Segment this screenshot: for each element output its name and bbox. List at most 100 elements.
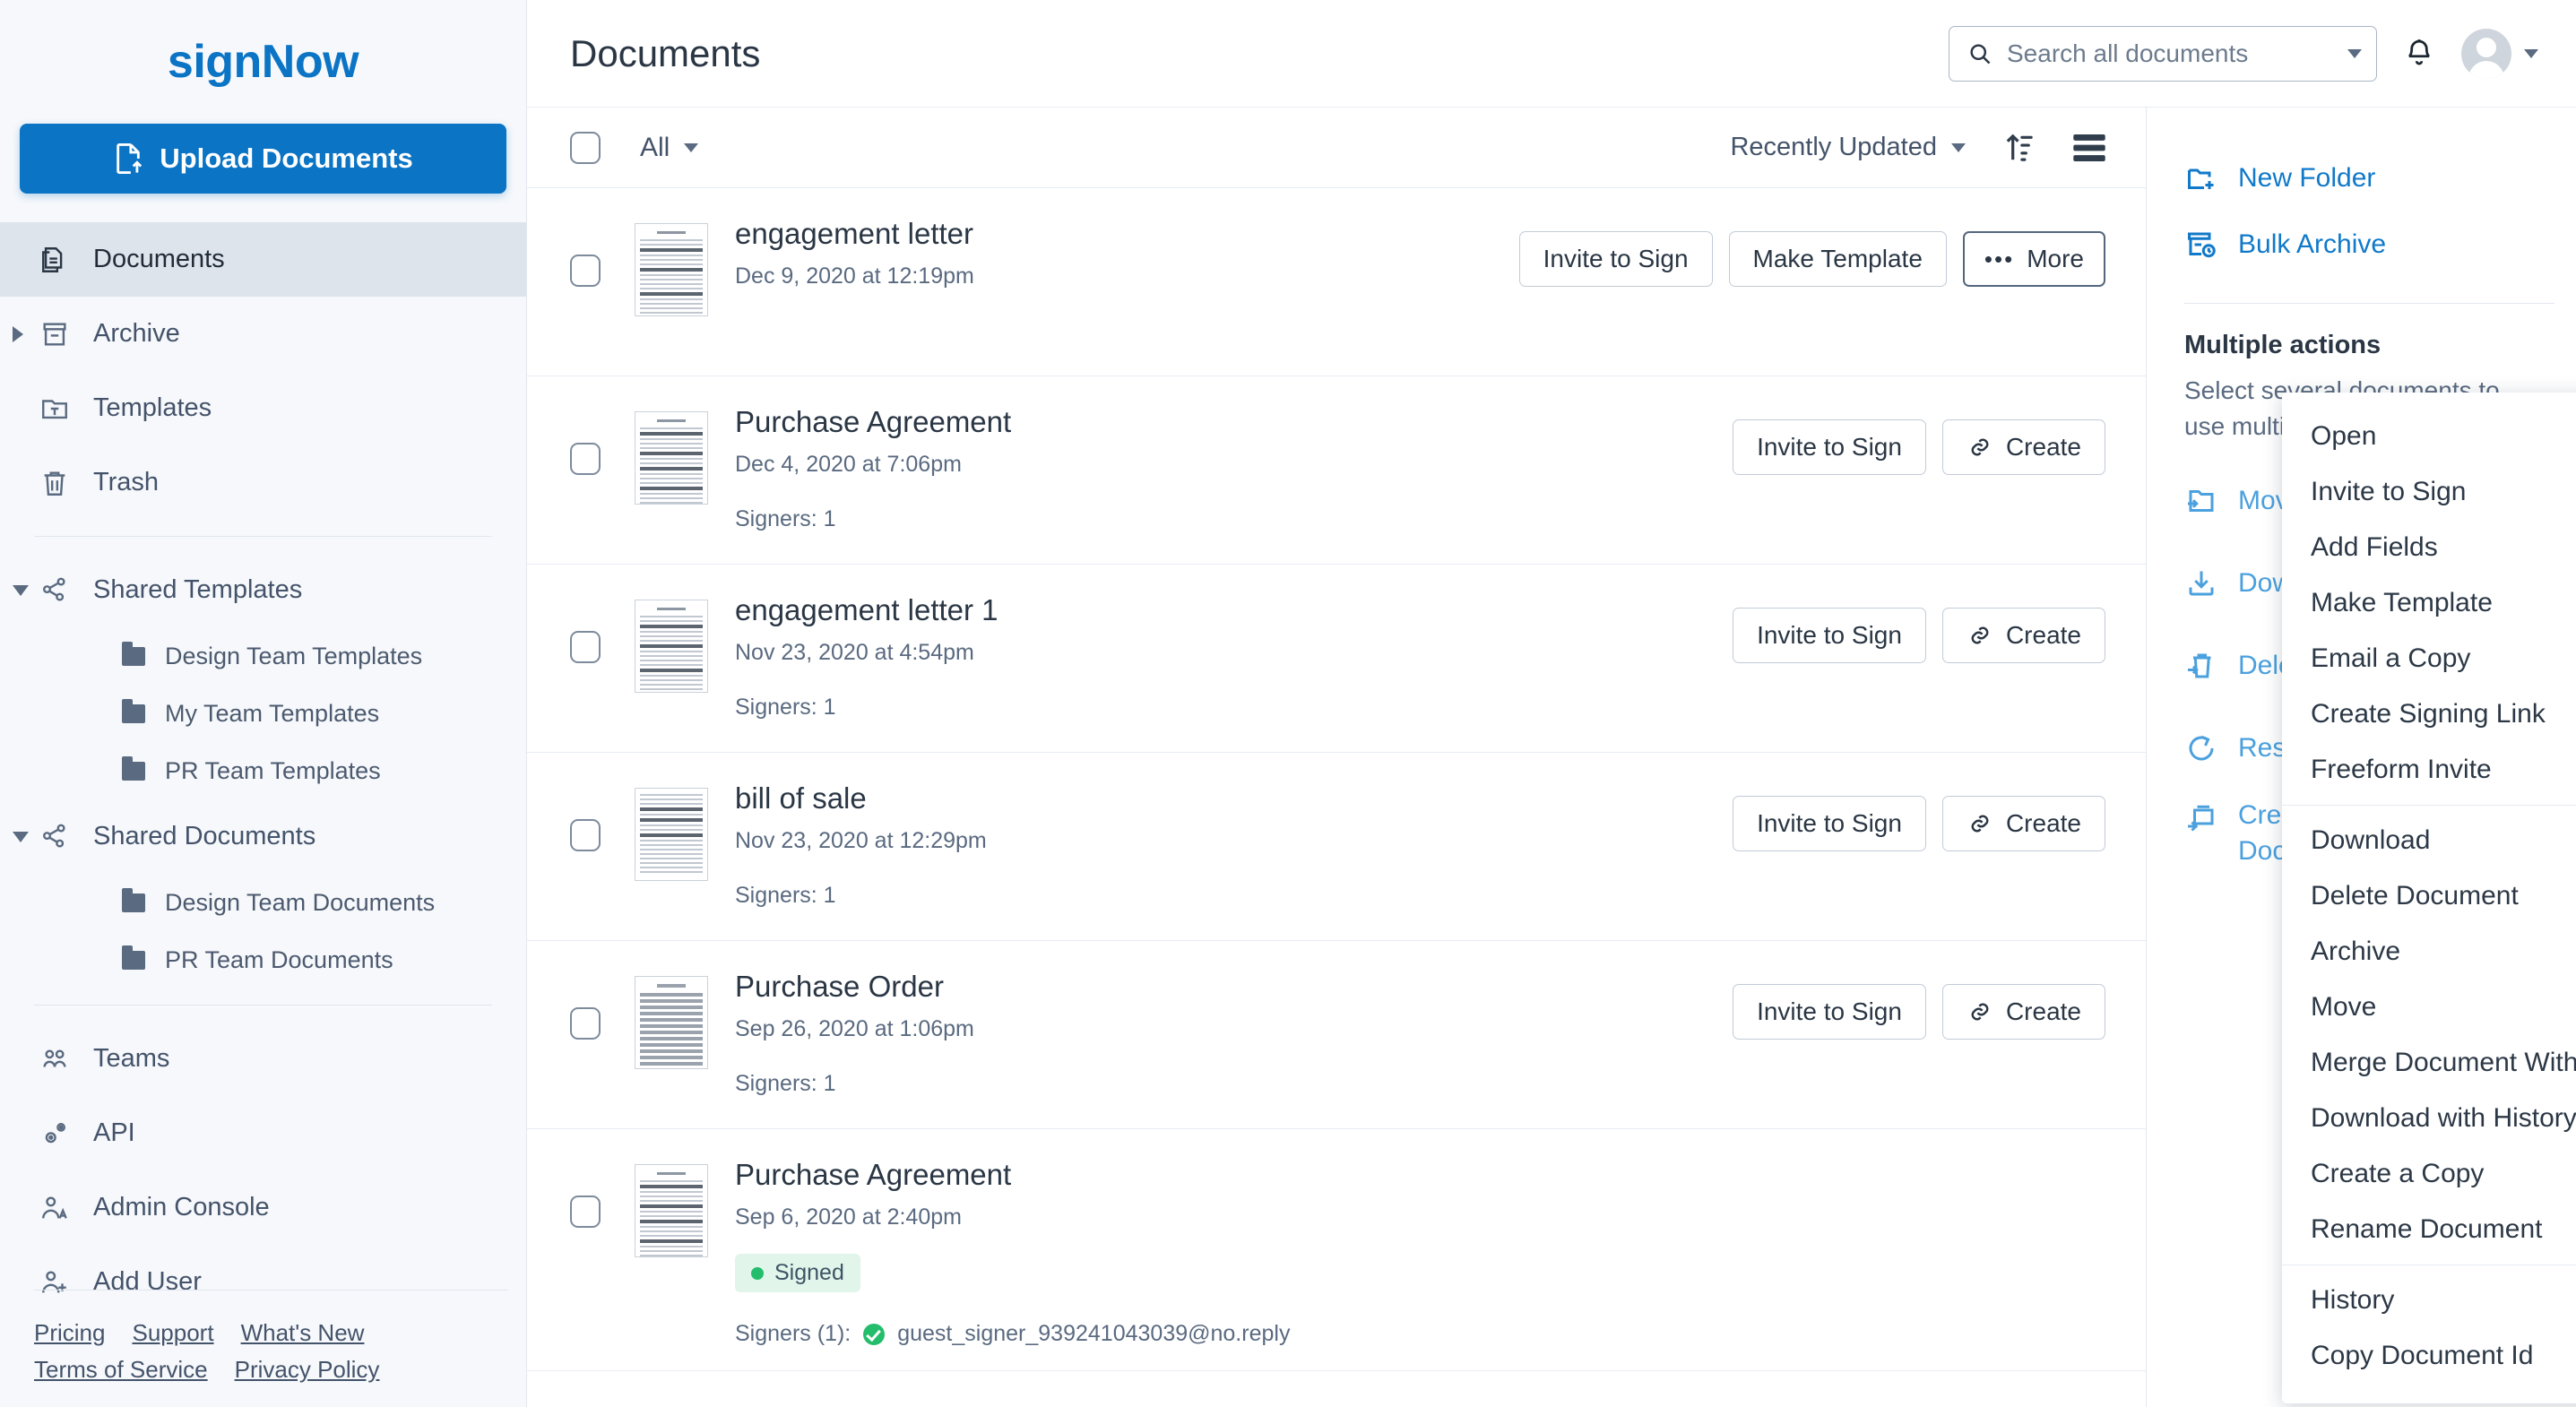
sidebar-item-templates[interactable]: Templates (0, 371, 526, 445)
sidebar-item-documents[interactable]: Documents (0, 222, 526, 297)
invite-to-sign-button[interactable]: Invite to Sign (1519, 231, 1713, 287)
chevron-right-icon[interactable] (13, 326, 23, 342)
menu-item-delete-document[interactable]: Delete Document (2282, 868, 2576, 924)
menu-item-invite-to-sign[interactable]: Invite to Sign (2282, 464, 2576, 520)
chevron-down-icon[interactable] (13, 832, 29, 842)
select-all-checkbox[interactable] (570, 132, 601, 164)
document-name[interactable]: Purchase Order (735, 970, 1733, 1004)
bulk-archive-button[interactable]: Bulk Archive (2147, 211, 2576, 278)
menu-item-download-with-history[interactable]: Download with History (2282, 1091, 2576, 1146)
chevron-down-icon[interactable] (2347, 49, 2362, 58)
table-row[interactable]: Purchase Order Sep 26, 2020 at 1:06pm Si… (527, 941, 2146, 1129)
document-thumbnail[interactable] (635, 411, 708, 505)
row-checkbox[interactable] (570, 255, 601, 287)
menu-item-rename-document[interactable]: Rename Document (2282, 1202, 2576, 1257)
row-info: Purchase Agreement Dec 4, 2020 at 7:06pm… (735, 400, 1733, 532)
sidebar-subitem-my-team-templates[interactable]: My Team Templates (0, 685, 526, 742)
menu-item-download[interactable]: Download (2282, 813, 2576, 868)
sidebar-item-api[interactable]: API (0, 1096, 526, 1170)
sidebar-item-admin-console[interactable]: Admin Console (0, 1170, 526, 1245)
row-checkbox[interactable] (570, 1007, 601, 1040)
menu-item-create-a-copy[interactable]: Create a Copy (2282, 1146, 2576, 1202)
footer-link-pricing[interactable]: Pricing (34, 1319, 105, 1347)
create-signing-link-button[interactable]: Create (1942, 608, 2105, 663)
create-signing-link-button[interactable]: Create (1942, 419, 2105, 475)
document-thumbnail[interactable] (635, 788, 708, 881)
sidebar-item-teams[interactable]: Teams (0, 1022, 526, 1096)
document-thumbnail[interactable] (635, 976, 708, 1069)
invite-to-sign-button[interactable]: Invite to Sign (1733, 984, 1926, 1040)
document-name[interactable]: Purchase Agreement (735, 405, 1733, 439)
document-date: Nov 23, 2020 at 12:29pm (735, 828, 1733, 854)
table-row[interactable]: bill of sale Nov 23, 2020 at 12:29pm Sig… (527, 753, 2146, 941)
footer-link-support[interactable]: Support (132, 1319, 213, 1347)
menu-item-archive[interactable]: Archive (2282, 924, 2576, 980)
menu-item-move[interactable]: Move (2282, 980, 2576, 1035)
sort-dropdown[interactable]: Recently Updated (1730, 133, 1966, 162)
sidebar-subitem-design-team-templates[interactable]: Design Team Templates (0, 627, 526, 685)
invite-to-sign-button[interactable]: Invite to Sign (1733, 608, 1926, 663)
filter-dropdown[interactable]: All (640, 133, 698, 163)
page-title: Documents (570, 32, 760, 75)
logo[interactable]: signNow (0, 0, 526, 124)
sidebar-divider-1 (34, 536, 492, 537)
row-checkbox[interactable] (570, 819, 601, 851)
sidebar-subitem-pr-team-documents[interactable]: PR Team Documents (0, 931, 526, 988)
menu-item-email-a-copy[interactable]: Email a Copy (2282, 631, 2576, 686)
more-button[interactable]: ••• More (1963, 231, 2105, 287)
menu-item-create-signing-link[interactable]: Create Signing Link (2282, 686, 2576, 742)
sidebar-item-archive[interactable]: Archive (0, 297, 526, 371)
create-signing-link-button[interactable]: Create (1942, 796, 2105, 851)
menu-item-add-fields[interactable]: Add Fields (2282, 520, 2576, 575)
menu-item-history[interactable]: History (2282, 1273, 2576, 1328)
sidebar-subitem-design-team-documents[interactable]: Design Team Documents (0, 874, 526, 931)
document-thumbnail[interactable] (635, 223, 708, 316)
sort-direction-icon[interactable] (2003, 131, 2036, 165)
row-checkbox[interactable] (570, 443, 601, 475)
delete-trash-icon (2184, 649, 2218, 683)
menu-item-make-template[interactable]: Make Template (2282, 575, 2576, 631)
account-menu[interactable] (2461, 29, 2538, 79)
row-checkbox[interactable] (570, 1196, 601, 1228)
document-thumbnail[interactable] (635, 1164, 708, 1257)
search-input[interactable]: Search all documents (1949, 26, 2377, 82)
menu-item-open[interactable]: Open (2282, 409, 2576, 464)
document-name[interactable]: engagement letter 1 (735, 593, 1733, 627)
chevron-down-icon[interactable] (2524, 49, 2538, 58)
document-name[interactable]: engagement letter (735, 217, 1519, 251)
table-row[interactable]: Purchase Agreement Sep 6, 2020 at 2:40pm… (527, 1129, 2146, 1371)
table-row[interactable]: engagement letter 1 Nov 23, 2020 at 4:54… (527, 565, 2146, 753)
document-thumbnail[interactable] (635, 600, 708, 693)
sidebar-item-trash[interactable]: Trash (0, 445, 526, 520)
footer-link-privacy-policy[interactable]: Privacy Policy (235, 1356, 380, 1384)
table-row[interactable]: engagement letter Dec 9, 2020 at 12:19pm… (527, 188, 2146, 376)
footer-link-terms-of-service[interactable]: Terms of Service (34, 1356, 208, 1384)
table-row[interactable]: Purchase Agreement Dec 4, 2020 at 7:06pm… (527, 376, 2146, 565)
document-name[interactable]: Purchase Agreement (735, 1158, 2105, 1192)
document-name[interactable]: bill of sale (735, 781, 1733, 816)
signers-label: Signers (1): (735, 1321, 851, 1347)
footer-link-whats-new[interactable]: What's New (241, 1319, 365, 1347)
create-signing-link-button[interactable]: Create (1942, 984, 2105, 1040)
sidebar-item-shared-documents[interactable]: Shared Documents (0, 799, 526, 874)
menu-item-freeform-invite[interactable]: Freeform Invite (2282, 742, 2576, 798)
sidebar-subitem-pr-team-templates[interactable]: PR Team Templates (0, 742, 526, 799)
row-checkbox[interactable] (570, 631, 601, 663)
menu-item-merge-document-with[interactable]: Merge Document With (2282, 1035, 2576, 1091)
view-density-icon[interactable] (2073, 134, 2105, 161)
upload-documents-button[interactable]: Upload Documents (20, 124, 506, 194)
new-folder-button[interactable]: New Folder (2147, 145, 2576, 211)
document-date: Nov 23, 2020 at 4:54pm (735, 640, 1733, 666)
sidebar-item-shared-templates[interactable]: Shared Templates (0, 553, 526, 627)
top-bar: Documents Search all documents (527, 0, 2576, 108)
chevron-down-icon[interactable] (13, 585, 29, 596)
top-bar-right: Search all documents (1949, 26, 2538, 82)
notifications-bell-icon[interactable] (2404, 38, 2434, 70)
row-actions: Invite to Sign Make Template ••• More (1519, 211, 2105, 287)
invite-to-sign-button[interactable]: Invite to Sign (1733, 419, 1926, 475)
invite-to-sign-button[interactable]: Invite to Sign (1733, 796, 1926, 851)
menu-item-copy-document-id[interactable]: Copy Document Id (2282, 1328, 2576, 1384)
sidebar-item-label: Documents (93, 245, 225, 274)
menu-group-2: Download Delete Document Archive Move Me… (2282, 805, 2576, 1265)
make-template-button[interactable]: Make Template (1729, 231, 1947, 287)
